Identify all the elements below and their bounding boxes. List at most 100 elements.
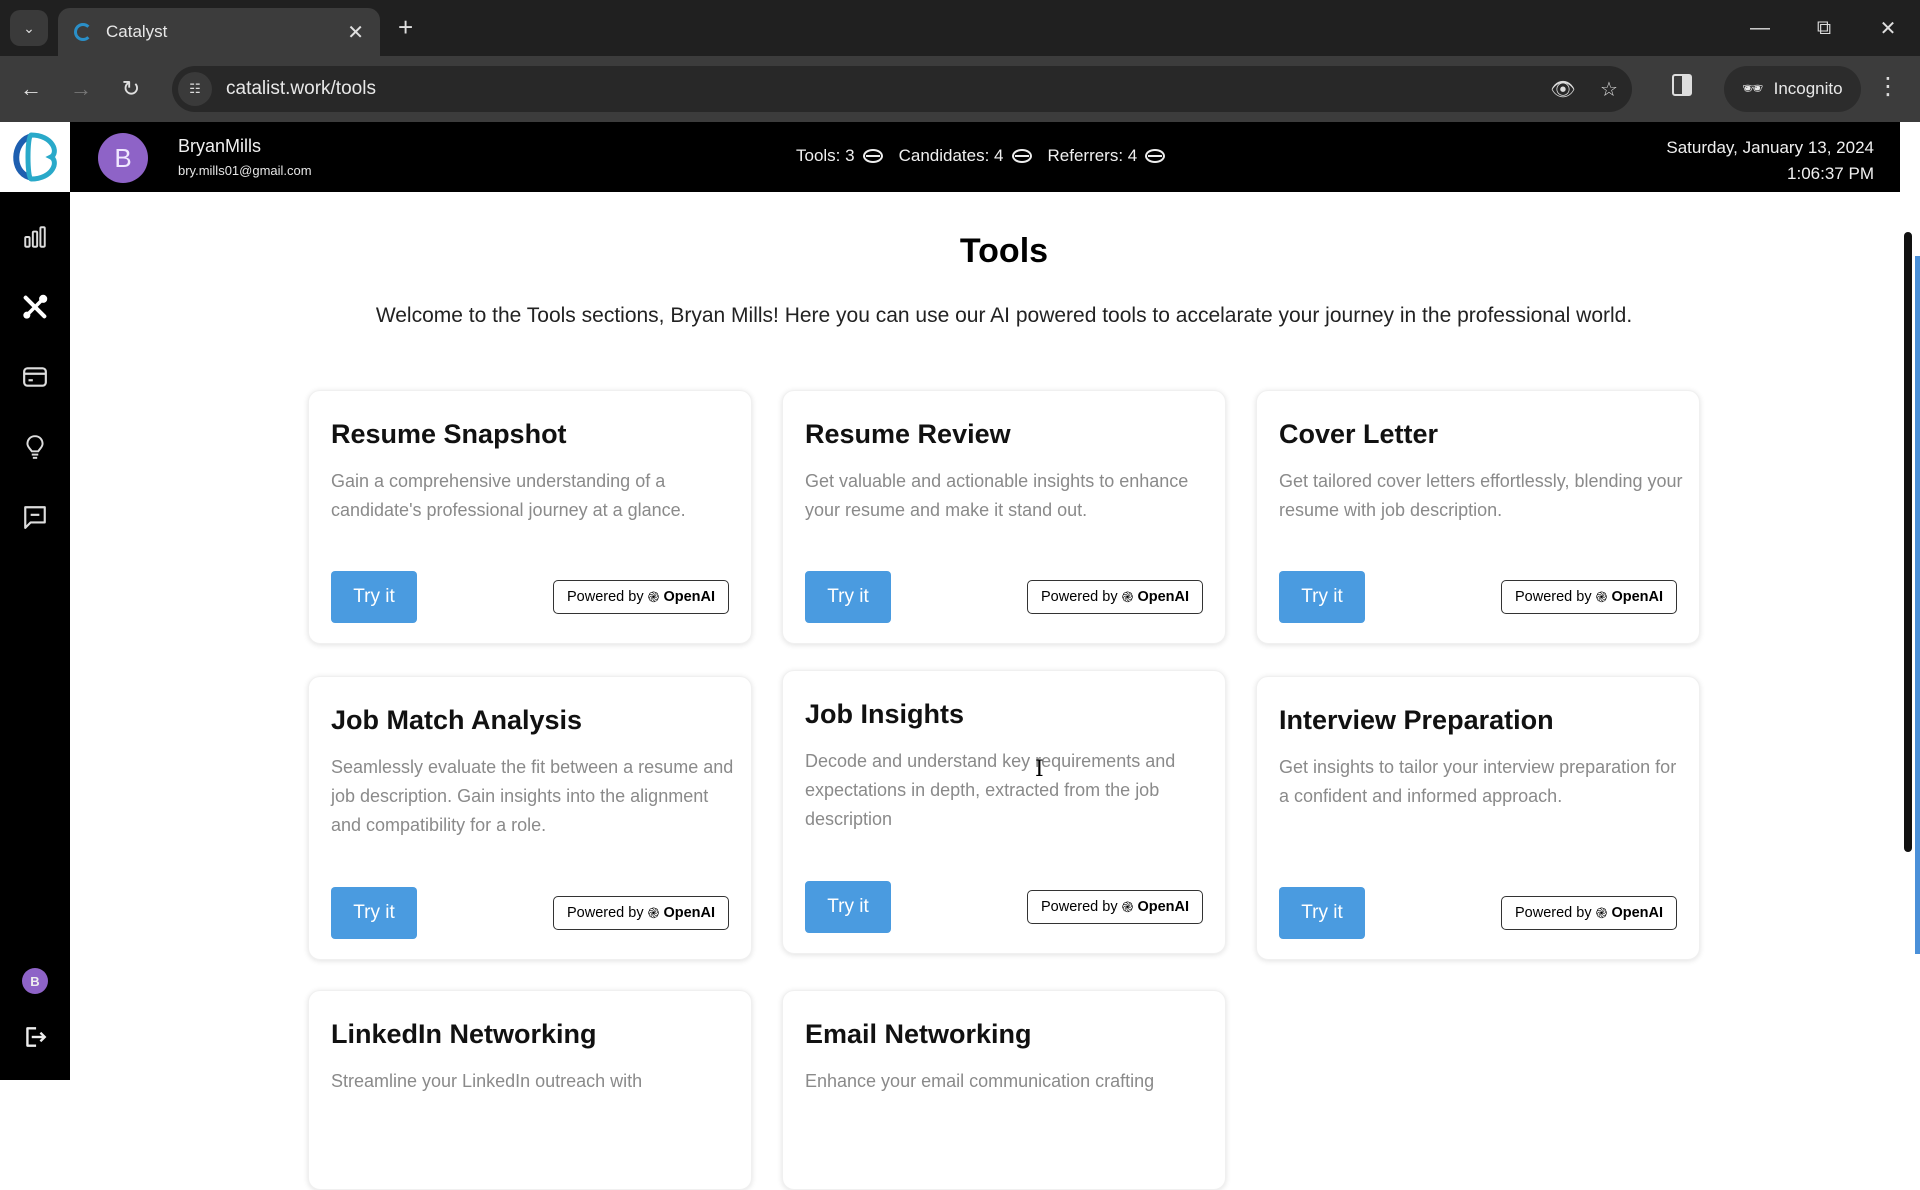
window-controls: — ⧉ ✕ xyxy=(1728,0,1920,56)
logout-button[interactable] xyxy=(0,1012,70,1062)
try-it-button[interactable]: Try it xyxy=(331,887,417,939)
logout-icon xyxy=(26,1027,47,1047)
tool-card-resume-review: Resume Review Get valuable and actionabl… xyxy=(782,390,1226,644)
card-description: Get tailored cover letters effortlessly,… xyxy=(1279,471,1683,520)
arrow-right-icon: → xyxy=(70,76,92,101)
tool-card-resume-snapshot: Resume Snapshot Gain a comprehensive und… xyxy=(308,390,752,644)
favicon-icon xyxy=(74,23,92,41)
powered-by-openai-badge[interactable]: Powered by ֎ OpenAI xyxy=(553,580,729,614)
badge-text: Powered by xyxy=(1041,589,1118,605)
incognito-badge[interactable]: 🕶︎ Incognito xyxy=(1724,66,1861,112)
address-bar[interactable]: ☷ catalist.work/tools 👁︎ ☆ xyxy=(172,66,1632,112)
badge-text: Powered by xyxy=(567,589,644,605)
try-it-button[interactable]: Try it xyxy=(805,571,891,623)
badge-brand: OpenAI xyxy=(1137,589,1189,605)
restore-button[interactable]: ⧉ xyxy=(1792,0,1856,56)
chevron-down-icon: ⌄ xyxy=(23,19,35,36)
try-it-button[interactable]: Try it xyxy=(805,881,891,933)
sidebar-item-ideas[interactable] xyxy=(0,422,70,472)
badge-text: Powered by xyxy=(1041,899,1118,915)
openai-icon: ֎ xyxy=(1121,899,1134,916)
try-it-button[interactable]: Try it xyxy=(331,571,417,623)
counter-candidates: Candidates: 4 xyxy=(899,146,1032,166)
counter-tools: Tools: 3 xyxy=(796,146,883,166)
tool-card-linkedin-networking: LinkedIn Networking Streamline your Link… xyxy=(308,990,752,1190)
eye-off-icon[interactable]: 👁︎ xyxy=(1540,77,1586,102)
counter-label: Tools: 3 xyxy=(796,146,855,165)
incognito-icon: 🕶︎ xyxy=(1742,79,1764,98)
card-title: LinkedIn Networking xyxy=(331,1019,597,1049)
counter-label: Candidates: 4 xyxy=(898,146,1004,165)
main-content: Tools Welcome to the Tools sections, Bry… xyxy=(70,192,1900,1190)
side-panel-icon[interactable] xyxy=(1672,74,1692,96)
sidebar-avatar[interactable]: B xyxy=(22,968,48,994)
current-date: Saturday, January 13, 2024 xyxy=(1666,138,1874,157)
card-title: Resume Snapshot xyxy=(331,419,567,449)
forward-button[interactable]: → xyxy=(64,72,98,106)
catalyst-logo[interactable] xyxy=(0,122,70,192)
app: B B BryanMills bry.mills01@gmail.com Too… xyxy=(0,122,1920,1190)
reload-icon: ↻ xyxy=(121,76,141,101)
tool-card-job-match-analysis: Job Match Analysis Seamlessly evaluate t… xyxy=(308,676,752,960)
sidebar-item-messages[interactable] xyxy=(0,492,70,542)
card-description: Decode and understand key requirements a… xyxy=(805,751,1176,829)
browser-tab-active[interactable]: Catalyst ✕ xyxy=(58,8,380,56)
tool-card-email-networking: Email Networking Enhance your email comm… xyxy=(782,990,1226,1190)
browser-toolbar: ← → ↻ ☷ catalist.work/tools 👁︎ ☆ 🕶︎ Inco… xyxy=(0,56,1920,122)
badge-brand: OpenAI xyxy=(1611,589,1663,605)
counter-label: Referrers: 4 xyxy=(1047,146,1138,165)
user-email: bry.mills01@gmail.com xyxy=(178,163,312,178)
openai-icon: ֎ xyxy=(1121,589,1134,606)
badge-text: Powered by xyxy=(1515,905,1592,921)
powered-by-openai-badge[interactable]: Powered by ֎ OpenAI xyxy=(1501,896,1677,930)
sidebar-item-analytics[interactable] xyxy=(0,212,70,262)
minimize-button[interactable]: — xyxy=(1728,0,1792,56)
message-icon xyxy=(24,506,46,529)
credit-card-icon xyxy=(23,367,47,387)
card-description: Get valuable and actionable insights to … xyxy=(805,471,1189,520)
openai-icon: ֎ xyxy=(647,589,660,606)
powered-by-openai-badge[interactable]: Powered by ֎ OpenAI xyxy=(553,896,729,930)
sidebar: B xyxy=(0,122,70,1080)
incognito-label: Incognito xyxy=(1773,79,1843,98)
star-icon[interactable]: ☆ xyxy=(1586,77,1632,102)
tab-search-button[interactable]: ⌄ xyxy=(10,10,48,46)
coin-icon xyxy=(1145,149,1166,163)
current-time: 1:06:37 PM xyxy=(1787,164,1874,183)
back-button[interactable]: ← xyxy=(14,72,48,106)
close-tab-icon[interactable]: ✕ xyxy=(347,20,364,45)
openai-icon: ֎ xyxy=(1595,905,1608,922)
page-title: Tools xyxy=(959,232,1049,270)
try-it-button[interactable]: Try it xyxy=(1279,571,1365,623)
reload-button[interactable]: ↻ xyxy=(114,72,148,106)
card-description: Streamline your LinkedIn outreach with xyxy=(331,1071,643,1091)
user-avatar[interactable]: B xyxy=(98,133,148,183)
text-cursor-icon: I xyxy=(1035,757,1044,782)
logo-icon xyxy=(13,132,57,182)
powered-by-openai-badge[interactable]: Powered by ֎ OpenAI xyxy=(1027,580,1203,614)
card-title: Resume Review xyxy=(805,419,1011,449)
sidebar-item-tools[interactable] xyxy=(0,282,70,332)
tool-card-job-insights: Job Insights Decode and understand key r… xyxy=(782,670,1226,954)
coin-icon xyxy=(862,149,883,163)
badge-brand: OpenAI xyxy=(1611,905,1663,921)
page-intro: Welcome to the Tools sections, Bryan Mil… xyxy=(375,304,1633,327)
tools-icon xyxy=(23,294,48,319)
site-info-icon[interactable]: ☷ xyxy=(178,72,212,106)
bar-chart-icon xyxy=(24,226,46,248)
close-window-button[interactable]: ✕ xyxy=(1856,0,1920,56)
try-it-button[interactable]: Try it xyxy=(1279,887,1365,939)
new-tab-button[interactable]: + xyxy=(398,14,413,40)
powered-by-openai-badge[interactable]: Powered by ֎ OpenAI xyxy=(1027,890,1203,924)
badge-brand: OpenAI xyxy=(663,589,715,605)
sidebar-item-billing[interactable] xyxy=(0,352,70,402)
tool-card-interview-preparation: Interview Preparation Get insights to ta… xyxy=(1256,676,1700,960)
card-title: Email Networking xyxy=(805,1019,1032,1049)
browser-menu-icon[interactable]: ⋮ xyxy=(1876,72,1900,101)
url-text[interactable]: catalist.work/tools xyxy=(226,78,1540,100)
card-title: Cover Letter xyxy=(1279,419,1439,449)
app-header: B BryanMills bry.mills01@gmail.com Tools… xyxy=(70,122,1900,192)
card-description: Gain a comprehensive understanding of a … xyxy=(331,471,686,520)
lightbulb-icon xyxy=(26,435,44,459)
powered-by-openai-badge[interactable]: Powered by ֎ OpenAI xyxy=(1501,580,1677,614)
